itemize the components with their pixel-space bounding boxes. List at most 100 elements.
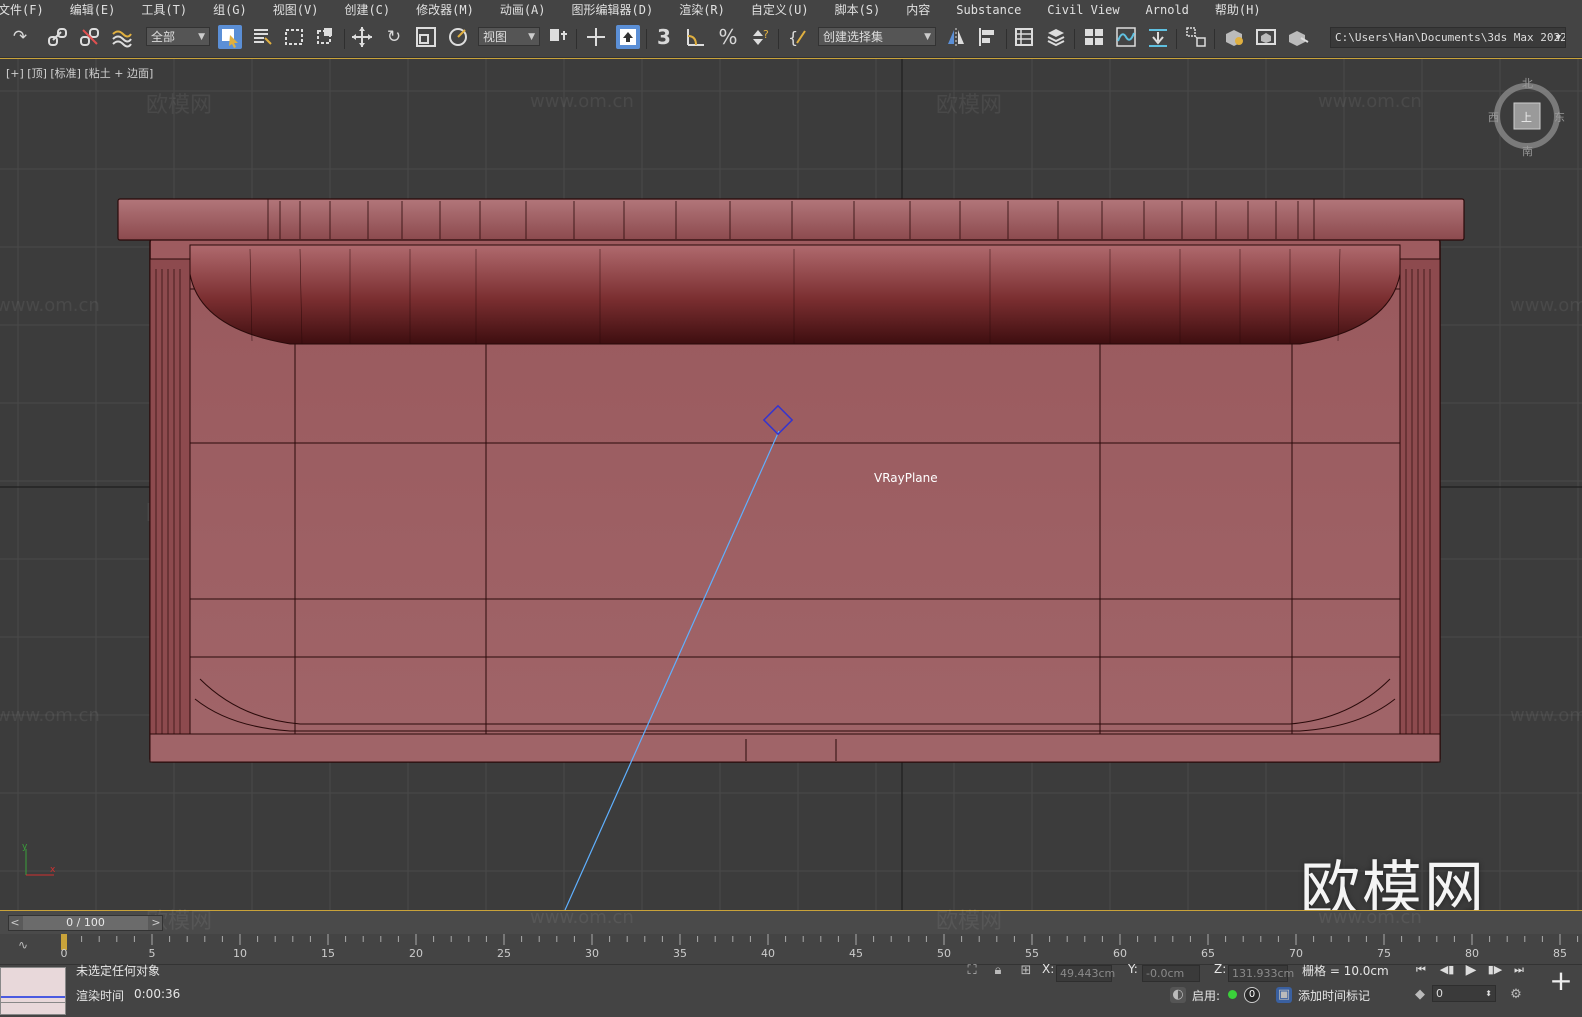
previous-key-icon[interactable]: ◀▮ [1438,962,1456,978]
bind-space-warp-icon[interactable] [110,25,134,49]
viewcube[interactable]: 北 南 东 西 上 [1488,77,1565,158]
pivot-center-icon[interactable] [546,25,570,49]
y-coord-field[interactable]: -0.0cm [1142,965,1200,982]
percent-snap-icon[interactable]: % [716,25,740,49]
top-viewport[interactable]: [+] [顶] [标准] [粘土 + 边面] 欧模网 www.om.cn 欧模网… [0,58,1582,910]
selection-filter-dropdown[interactable]: 全部 ▼ [146,27,210,46]
named-selection-dropdown[interactable]: 创建选择集 ▼ [818,27,936,46]
counter-badge[interactable]: 0 [1244,987,1260,1003]
timeline-tick-label: 35 [673,947,687,960]
mirror-icon[interactable] [944,25,968,49]
listener-line [1,1002,65,1003]
timeline-tick-label: 10 [233,947,247,960]
spinner-snap-icon[interactable]: ? [748,25,772,49]
x-coord-field[interactable]: 49.443cm [1056,965,1115,982]
viewcube-top-face[interactable]: 上 [1521,109,1532,125]
lock-icon[interactable]: 🔒︎ [990,963,1006,979]
timeline-tick-label: 50 [937,947,951,960]
spinner-icon[interactable]: ⬍ [1485,986,1492,1002]
time-tag-icon[interactable]: ▣ [1276,987,1292,1003]
material-editor-icon[interactable] [1184,25,1208,49]
menu-graph-editors[interactable]: 图形编辑器(D) [559,1,667,18]
chevron-down-icon: ▼ [198,32,205,42]
timeline-tick-label: 30 [585,947,599,960]
add-button[interactable]: + [1546,967,1576,997]
menu-help[interactable]: 帮助(H) [1202,1,1274,18]
grid-size: 栅格 = 10.0cm [1302,964,1389,978]
vrayplane-object-label[interactable]: VRayPlane [874,471,938,485]
maxscript-listener-mini[interactable] [0,967,66,1015]
project-path-field[interactable]: C:\Users\Han\Documents\3ds Max 2022 ▼ [1330,27,1566,48]
move-icon[interactable] [350,25,374,49]
menu-bar: 文件(F) 编辑(E) 工具(T) 组(G) 视图(V) 创建(C) 修改器(M… [0,0,1582,19]
menu-animation[interactable]: 动画(A) [487,1,559,18]
toggle-ribbon-icon[interactable] [1082,25,1106,49]
menu-modifiers[interactable]: 修改器(M) [403,1,487,18]
keyboard-shortcut-override-icon[interactable] [616,25,640,49]
redo-icon[interactable]: ↷ [8,25,32,49]
status-indicator-icon [1228,990,1237,999]
scene-explorer-icon[interactable] [1012,25,1036,49]
select-manipulate-icon[interactable] [584,25,608,49]
viewcube-east-label[interactable]: 东 [1554,109,1565,125]
z-coord-field[interactable]: 131.933cm [1228,965,1294,982]
rendered-frame-window-icon[interactable] [1254,25,1278,49]
next-key-icon[interactable]: ▮▶ [1486,962,1504,978]
angle-snap-icon[interactable] [684,25,708,49]
menu-tools[interactable]: 工具(T) [128,1,200,18]
transform-mode-icon[interactable]: ⊞ [1018,963,1034,979]
listener-line [1,996,65,998]
key-mode-toggle-icon[interactable]: ◆ [1412,987,1428,1003]
rect-selection-region-icon[interactable] [282,25,306,49]
menu-group[interactable]: 组(G) [200,1,260,18]
menu-edit[interactable]: 编辑(E) [57,1,129,18]
current-frame-field[interactable]: 0 ⬍ [1432,985,1496,1002]
toolbar-separator [1176,29,1177,49]
go-to-start-icon[interactable]: ⏮ [1412,962,1430,978]
svg-text:x: x [50,865,56,875]
time-configuration-icon[interactable]: ⚙ [1508,987,1524,1003]
play-icon[interactable]: ▶ [1462,962,1480,978]
select-object-icon[interactable] [218,25,242,49]
link-icon[interactable] [46,25,70,49]
menu-rendering[interactable]: 渲染(R) [666,1,738,18]
menu-civil-view[interactable]: Civil View [1034,3,1132,17]
placement-icon[interactable] [446,25,470,49]
menu-substance[interactable]: Substance [943,3,1034,17]
time-slider[interactable]: < 0 / 100 > [8,915,163,931]
render-production-icon[interactable] [1286,25,1310,49]
add-time-tag-button[interactable]: 添加时间标记 [1298,987,1370,1004]
layer-explorer-icon[interactable] [1044,25,1068,49]
viewcube-north-label[interactable]: 北 [1522,75,1533,91]
menu-content[interactable]: 内容 [893,1,943,18]
edit-named-selection-icon[interactable]: { [786,25,810,49]
menu-arnold[interactable]: Arnold [1133,3,1202,17]
menu-file[interactable]: 文件(F) [0,1,57,18]
sofa-model[interactable]: y x [0,59,1582,910]
prev-frame-icon[interactable]: < [9,916,21,930]
unlink-icon[interactable] [78,25,102,49]
go-to-end-icon[interactable]: ⏭ [1510,962,1528,978]
isolate-selection-icon[interactable]: ⛶ [964,963,980,979]
frame-display[interactable]: 0 / 100 [23,916,148,930]
viewcube-south-label[interactable]: 南 [1522,143,1533,159]
render-setup-icon[interactable] [1222,25,1246,49]
menu-views[interactable]: 视图(V) [260,1,332,18]
track-bar[interactable]: ∿ 0 5 10 15 20 25 30 35 40 45 50 55 60 65 70 75 80 85 [0,934,1582,965]
next-frame-icon[interactable]: > [150,916,162,930]
reference-coord-dropdown[interactable]: 视图 ▼ [478,27,540,46]
align-icon[interactable] [976,25,1000,49]
rotate-icon[interactable]: ↻ [382,25,406,49]
snaps-toggle-icon[interactable]: 3 [652,25,676,49]
window-crossing-icon[interactable] [314,25,338,49]
viewcube-west-label[interactable]: 西 [1488,109,1499,125]
menu-scripting[interactable]: 脚本(S) [822,1,894,18]
curve-editor-icon[interactable] [1114,25,1138,49]
x-coord-label: X: [1042,962,1055,976]
select-by-name-icon[interactable] [250,25,274,49]
menu-create[interactable]: 创建(C) [331,1,403,18]
adaptive-degradation-icon[interactable]: ◐ [1170,987,1186,1003]
scale-icon[interactable] [414,25,438,49]
schematic-view-icon[interactable] [1146,25,1170,49]
menu-customize[interactable]: 自定义(U) [738,1,822,18]
